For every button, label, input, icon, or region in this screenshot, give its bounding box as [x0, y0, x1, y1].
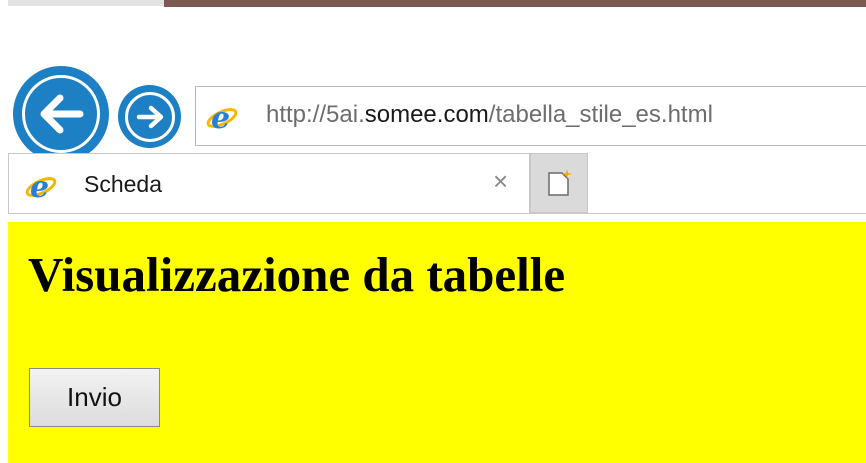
address-url: http://5ai.somee.com/tabella_stile_es.ht… — [266, 101, 713, 129]
url-domain: somee.com — [364, 101, 489, 128]
svg-text:e: e — [30, 170, 49, 204]
back-arrow-icon — [22, 75, 100, 153]
new-tab-button[interactable] — [530, 153, 588, 213]
window-top-strip — [0, 0, 866, 8]
submit-button[interactable]: Invio — [29, 368, 160, 427]
svg-text:e: e — [211, 101, 230, 135]
browser-window: e http://5ai.somee.com/tabella_stile_es.… — [0, 0, 866, 463]
page-content: Visualizzazione da tabelle Invio — [8, 222, 866, 463]
new-tab-icon — [548, 169, 572, 196]
forward-button[interactable] — [118, 85, 181, 148]
tab-row-divider — [8, 213, 866, 214]
url-prefix: http://5ai. — [266, 101, 365, 128]
forward-arrow-icon — [124, 91, 175, 142]
url-path: /tabella_stile_es.html — [488, 101, 713, 128]
tab-close-icon[interactable]: × — [493, 168, 508, 194]
back-button[interactable] — [13, 66, 109, 162]
address-bar[interactable]: e http://5ai.somee.com/tabella_stile_es.… — [195, 86, 866, 146]
tab-scheda[interactable]: e Scheda × — [8, 153, 530, 214]
internet-explorer-icon: e — [204, 99, 240, 140]
tab-title: Scheda — [84, 171, 163, 197]
page-heading: Visualizzazione da tabelle — [28, 247, 566, 302]
top-strip-light-segment — [8, 0, 164, 6]
window-left-edge — [0, 0, 8, 463]
top-strip-dark-segment — [164, 0, 866, 7]
internet-explorer-icon: e — [23, 168, 59, 209]
